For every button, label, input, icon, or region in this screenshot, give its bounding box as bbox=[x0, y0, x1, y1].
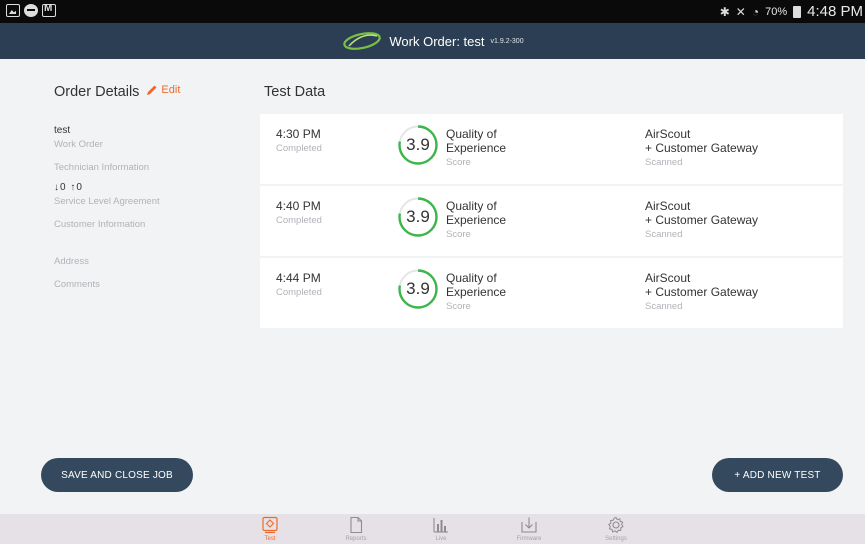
live-icon bbox=[433, 518, 448, 533]
metric-line-1: Quality of bbox=[446, 127, 497, 141]
test-time: 4:30 PM bbox=[276, 127, 321, 141]
battery-icon bbox=[793, 5, 802, 18]
nav-reports[interactable]: Reports bbox=[336, 516, 376, 542]
nav-label: Settings bbox=[605, 536, 627, 542]
metric-sub: Score bbox=[446, 301, 471, 312]
mute-icon: ✕ bbox=[735, 4, 746, 19]
device-label: AirScout + Customer Gateway bbox=[645, 127, 758, 155]
edit-order-button[interactable]: Edit bbox=[146, 84, 180, 96]
test-result-card[interactable]: 4:40 PM Completed 3.9 Quality of Experie… bbox=[260, 186, 843, 256]
metric-line-1: Quality of bbox=[446, 271, 497, 285]
device-line-2: + Customer Gateway bbox=[645, 213, 759, 227]
metric-label: Quality of Experience bbox=[446, 127, 506, 155]
bottom-nav: Test Reports Live Firmware Settings bbox=[0, 514, 865, 544]
order-details-panel: Order Details Edit test Work Order Techn… bbox=[54, 84, 234, 290]
test-time: 4:40 PM bbox=[276, 199, 321, 213]
metric-label: Quality of Experience bbox=[446, 199, 506, 227]
image-notification-icon bbox=[6, 4, 20, 17]
status-bar: ✱ ✕ ◔ 70% 4:48 PM bbox=[0, 0, 865, 23]
edit-label: Edit bbox=[161, 84, 181, 96]
add-new-test-button[interactable]: + ADD NEW TEST bbox=[712, 458, 843, 492]
nav-live[interactable]: Live bbox=[421, 516, 461, 542]
clock: 4:48 PM bbox=[807, 3, 863, 20]
pencil-icon bbox=[147, 85, 157, 95]
save-and-close-job-button[interactable]: SAVE AND CLOSE JOB bbox=[41, 458, 193, 492]
test-time: 4:44 PM bbox=[276, 271, 321, 285]
test-result-card[interactable]: 4:30 PM Completed 3.9 Quality of Experie… bbox=[260, 114, 843, 184]
nav-label: Test bbox=[264, 536, 276, 542]
metric-line-2: Experience bbox=[446, 285, 507, 299]
notification-icons bbox=[6, 3, 56, 17]
metric-sub: Score bbox=[446, 157, 471, 168]
battery-percent: 70% bbox=[765, 5, 788, 18]
qoe-score: 3.9 bbox=[406, 279, 430, 298]
sla-value: ↓0 ↑0 bbox=[54, 182, 83, 193]
customer-info-label[interactable]: Customer Information bbox=[54, 219, 234, 230]
test-status: Completed bbox=[276, 143, 322, 154]
app-version: v1.9.2-300 bbox=[490, 37, 524, 45]
page-title: Work Order: test bbox=[389, 33, 485, 49]
metric-line-1: Quality of bbox=[446, 199, 497, 213]
device-label: AirScout + Customer Gateway bbox=[645, 271, 758, 299]
work-order-value: test bbox=[54, 125, 71, 136]
metric-sub: Score bbox=[446, 229, 471, 240]
device-line-2: + Customer Gateway bbox=[645, 285, 759, 299]
wifi-icon: ◔ bbox=[751, 4, 760, 19]
test-result-card[interactable]: 4:44 PM Completed 3.9 Quality of Experie… bbox=[260, 258, 843, 328]
test-status: Completed bbox=[276, 287, 322, 298]
nav-label: Live bbox=[435, 536, 447, 542]
order-details-title: Order Details bbox=[54, 84, 140, 100]
order-details-header: Order Details Edit bbox=[54, 84, 234, 100]
gear-icon bbox=[608, 516, 624, 534]
device-sub: Scanned bbox=[645, 157, 683, 168]
metric-label: Quality of Experience bbox=[446, 271, 506, 299]
work-order-label: Work Order bbox=[54, 139, 103, 150]
address-label: Address bbox=[54, 256, 89, 267]
metric-line-2: Experience bbox=[446, 141, 507, 155]
test-status: Completed bbox=[276, 215, 322, 226]
nav-label: Reports bbox=[345, 536, 367, 542]
qoe-score: 3.9 bbox=[406, 135, 430, 154]
title-bar: Work Order: test v1.9.2-300 bbox=[0, 23, 865, 59]
bluetooth-icon: ✱ bbox=[719, 4, 730, 19]
device-line-1: AirScout bbox=[645, 199, 691, 213]
do-not-disturb-icon bbox=[24, 4, 38, 17]
app-logo-icon bbox=[343, 32, 382, 50]
reports-icon bbox=[350, 516, 363, 534]
nav-firmware[interactable]: Firmware bbox=[509, 516, 549, 542]
test-icon bbox=[262, 516, 278, 534]
metric-line-2: Experience bbox=[446, 213, 507, 227]
test-data-title: Test Data bbox=[264, 84, 326, 100]
device-sub: Scanned bbox=[645, 229, 683, 240]
mail-notification-icon bbox=[42, 3, 56, 17]
device-sub: Scanned bbox=[645, 301, 683, 312]
device-line-1: AirScout bbox=[645, 127, 691, 141]
device-line-1: AirScout bbox=[645, 271, 691, 285]
device-line-2: + Customer Gateway bbox=[645, 141, 759, 155]
firmware-icon bbox=[521, 517, 537, 533]
device-label: AirScout + Customer Gateway bbox=[645, 199, 758, 227]
technician-info-label[interactable]: Technician Information bbox=[54, 162, 234, 173]
nav-label: Firmware bbox=[516, 536, 542, 542]
qoe-score: 3.9 bbox=[406, 207, 430, 226]
comments-label: Comments bbox=[54, 279, 100, 290]
nav-test[interactable]: Test bbox=[250, 516, 290, 542]
system-indicators: ✱ ✕ ◔ 70% 4:48 PM bbox=[720, 3, 863, 20]
nav-settings[interactable]: Settings bbox=[596, 516, 636, 542]
sla-label: Service Level Agreement bbox=[54, 196, 160, 207]
